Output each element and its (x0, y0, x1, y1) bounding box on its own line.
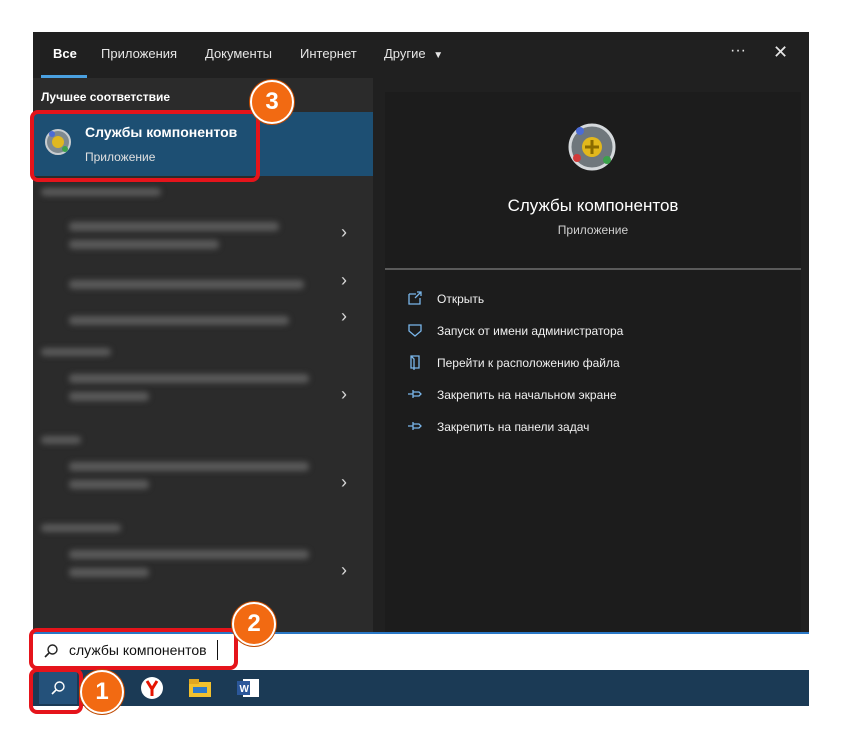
component-services-large-icon (568, 123, 616, 171)
file-explorer-icon[interactable] (185, 674, 215, 702)
divider (385, 268, 801, 270)
blurred-section-heading (41, 348, 111, 356)
tab-bar: Все Приложения Документы Интернет Другие… (33, 32, 809, 78)
tab-apps[interactable]: Приложения (101, 46, 177, 61)
svg-text:W: W (240, 684, 250, 695)
chevron-right-icon[interactable]: › (341, 306, 347, 327)
list-item[interactable] (39, 546, 329, 586)
list-item[interactable] (39, 458, 329, 498)
close-button[interactable]: ✕ (773, 42, 788, 63)
chevron-down-icon: ▼ (433, 50, 444, 61)
step-badge-1: 1 (80, 670, 124, 714)
chevron-right-icon[interactable]: › (341, 384, 347, 405)
chevron-right-icon[interactable]: › (341, 472, 347, 493)
blurred-section-heading (41, 436, 81, 444)
step-badge-3: 3 (250, 80, 294, 124)
tab-documents[interactable]: Документы (205, 46, 272, 61)
preview-subtitle: Приложение (557, 223, 629, 237)
open-icon (408, 291, 422, 305)
tab-other-label: Другие (384, 46, 426, 61)
highlight-search-input (29, 628, 238, 670)
list-item[interactable] (39, 310, 329, 334)
more-options-button[interactable]: ··· (730, 42, 746, 60)
list-item[interactable] (39, 218, 329, 258)
blurred-section-heading (41, 524, 121, 532)
preview-pane: Службы компонентов Приложение Открыть За… (385, 92, 801, 632)
yandex-browser-icon[interactable] (137, 674, 167, 702)
action-label: Открыть (437, 292, 485, 306)
list-item[interactable] (39, 274, 329, 298)
highlight-best-match (30, 110, 260, 182)
preview-title: Службы компонентов (507, 196, 679, 215)
admin-shield-icon (408, 324, 422, 337)
chevron-right-icon[interactable]: › (341, 222, 347, 243)
chevron-right-icon[interactable]: › (341, 560, 347, 581)
highlight-search-button (29, 668, 83, 714)
action-label: Закрепить на панели задач (437, 420, 590, 434)
pin-icon (408, 390, 422, 398)
step-badge-2: 2 (232, 602, 276, 646)
action-label: Перейти к расположению файла (437, 356, 620, 370)
taskbar: W (33, 670, 809, 706)
tab-internet[interactable]: Интернет (300, 46, 357, 61)
chevron-right-icon[interactable]: › (341, 270, 347, 291)
tab-other[interactable]: Другие ▼ (384, 46, 443, 61)
list-item[interactable] (39, 370, 329, 410)
best-match-heading: Лучшее соответствие (41, 90, 171, 104)
file-location-icon (410, 355, 420, 370)
action-label: Запуск от имени администратора (437, 324, 624, 338)
action-label: Закрепить на начальном экране (437, 388, 617, 402)
tab-all[interactable]: Все (53, 46, 77, 61)
pin-icon (408, 422, 422, 430)
blurred-section-heading (41, 188, 161, 196)
word-icon[interactable]: W (233, 674, 263, 702)
